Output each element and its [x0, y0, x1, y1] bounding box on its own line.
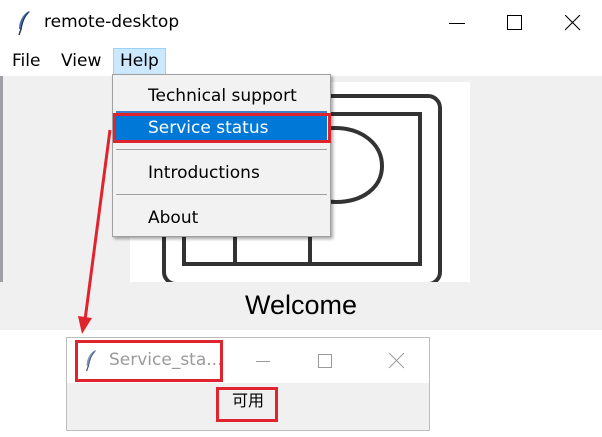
popup-minimize-button[interactable]	[243, 348, 283, 374]
close-icon	[388, 352, 405, 369]
maximize-icon	[318, 354, 332, 368]
minimize-icon	[256, 361, 270, 362]
popup-maximize-button[interactable]	[305, 348, 345, 374]
popup-close-button[interactable]	[377, 348, 417, 374]
annotation-highlight-popup-title	[75, 340, 223, 382]
annotation-highlight-status-value	[216, 387, 278, 422]
